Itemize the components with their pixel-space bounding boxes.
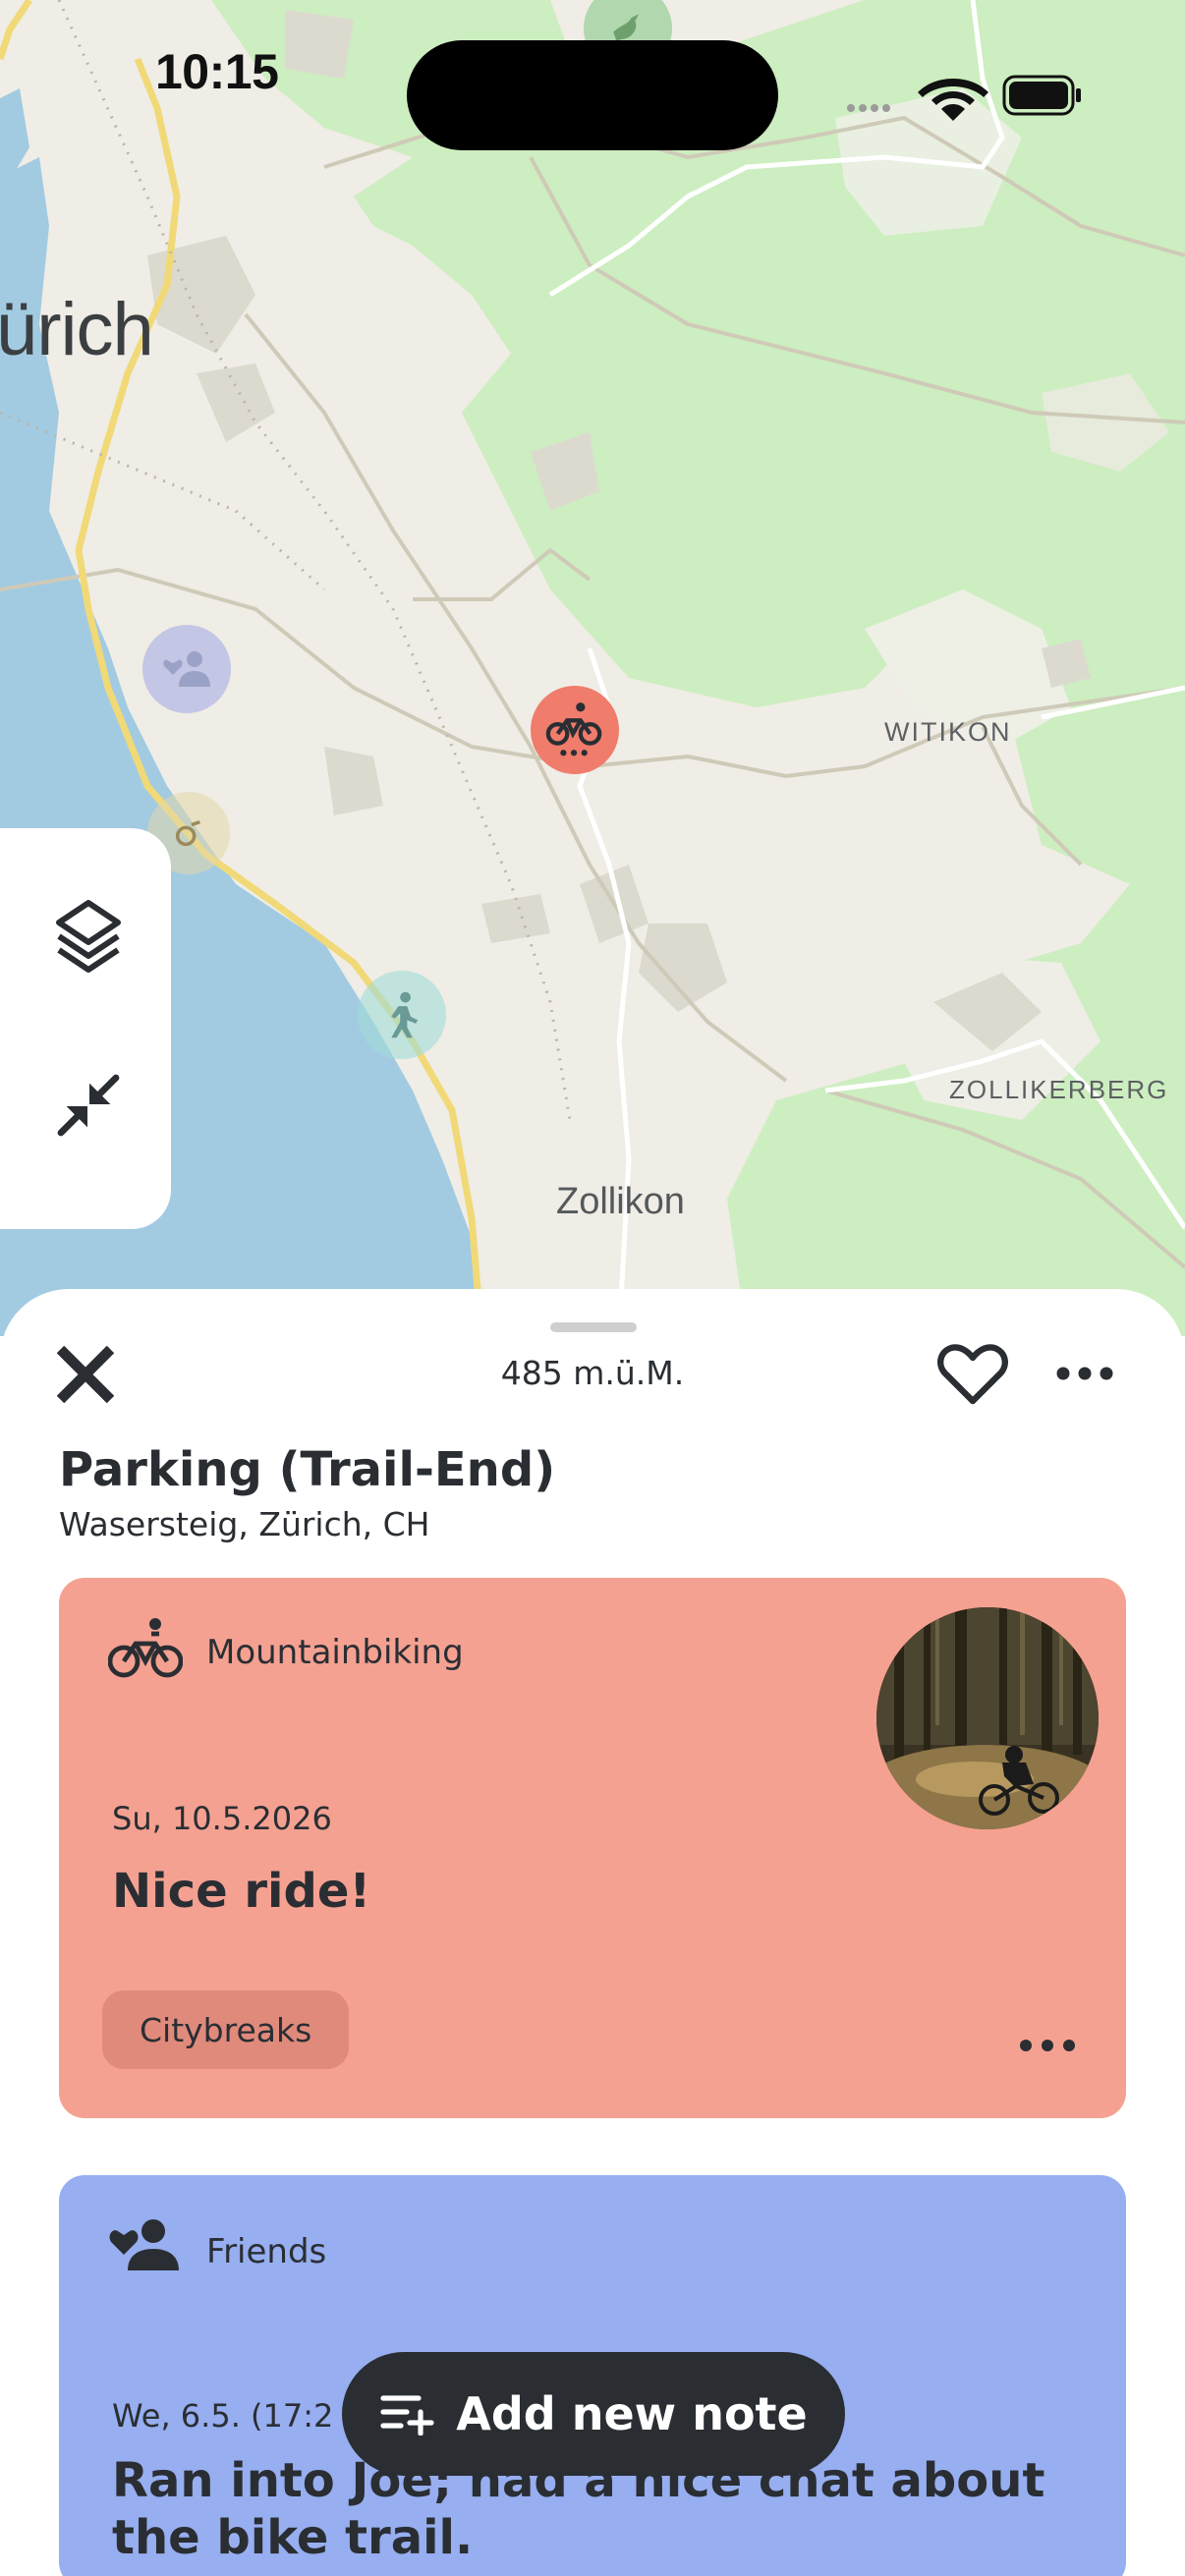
add-note-icon	[380, 2395, 434, 2436]
sheet-drag-handle[interactable]	[550, 1322, 637, 1332]
map-label-witikon: WITIKON	[884, 717, 1012, 747]
note-more-button[interactable]	[1012, 2028, 1083, 2063]
map-label-zollikon: Zollikon	[556, 1181, 685, 1222]
close-button[interactable]	[49, 1338, 122, 1411]
more-options-button[interactable]	[1045, 1348, 1124, 1399]
add-note-button[interactable]: Add new note	[342, 2352, 845, 2476]
note-tag[interactable]: Citybreaks	[102, 1990, 350, 2069]
note-card[interactable]: Mountainbiking Su, 10.5.2026 Nice ride! …	[59, 1578, 1126, 2118]
wifi-icon	[918, 79, 988, 121]
favorite-button[interactable]	[933, 1336, 1012, 1411]
food-icon	[175, 819, 200, 847]
more-icon	[1056, 1367, 1113, 1380]
mountainbike-icon	[545, 702, 602, 756]
status-icons	[847, 75, 1081, 121]
note-category: Friends	[206, 2232, 327, 2271]
signal-icon	[847, 104, 890, 112]
close-icon	[57, 1346, 114, 1403]
map-label-city: ürich	[0, 288, 154, 371]
map-view[interactable]: ürich WITIKON ZOLLIKERBERG Zollikon	[0, 0, 1185, 1336]
status-time: 10:15	[155, 44, 279, 99]
add-note-label: Add new note	[456, 2387, 808, 2440]
map-controls-panel	[0, 828, 171, 1229]
map-pin-selected-mountainbiking[interactable]	[531, 686, 619, 774]
mountainbike-icon	[108, 1613, 187, 1682]
note-date: We, 6.5. (17:2	[112, 2397, 334, 2435]
map-pin-hike[interactable]	[358, 971, 446, 1059]
friends-icon	[163, 651, 210, 687]
layers-button[interactable]	[39, 887, 138, 985]
more-icon	[1020, 2040, 1075, 2051]
note-category: Mountainbiking	[206, 1633, 464, 1672]
mountainbiker-photo	[876, 1607, 1099, 1829]
hiking-icon	[391, 991, 419, 1038]
note-photo[interactable]	[876, 1607, 1099, 1829]
map-pin-friends[interactable]	[142, 625, 231, 713]
note-text: Nice ride!	[112, 1864, 371, 1919]
battery-icon	[1002, 75, 1081, 116]
friends-icon	[108, 2211, 187, 2279]
layers-icon	[56, 900, 121, 973]
collapse-icon	[57, 1074, 120, 1137]
place-address: Wasersteig, Zürich, CH	[59, 1505, 430, 1543]
dynamic-island	[407, 40, 778, 150]
collapse-button[interactable]	[39, 1056, 138, 1154]
place-title: Parking (Trail-End)	[59, 1442, 556, 1497]
map-label-zollikerberg: ZOLLIKERBERG	[949, 1075, 1169, 1104]
altitude-label: 485 m.ü.M.	[500, 1354, 685, 1392]
heart-icon	[937, 1344, 1008, 1405]
note-date: Su, 10.5.2026	[112, 1800, 332, 1837]
